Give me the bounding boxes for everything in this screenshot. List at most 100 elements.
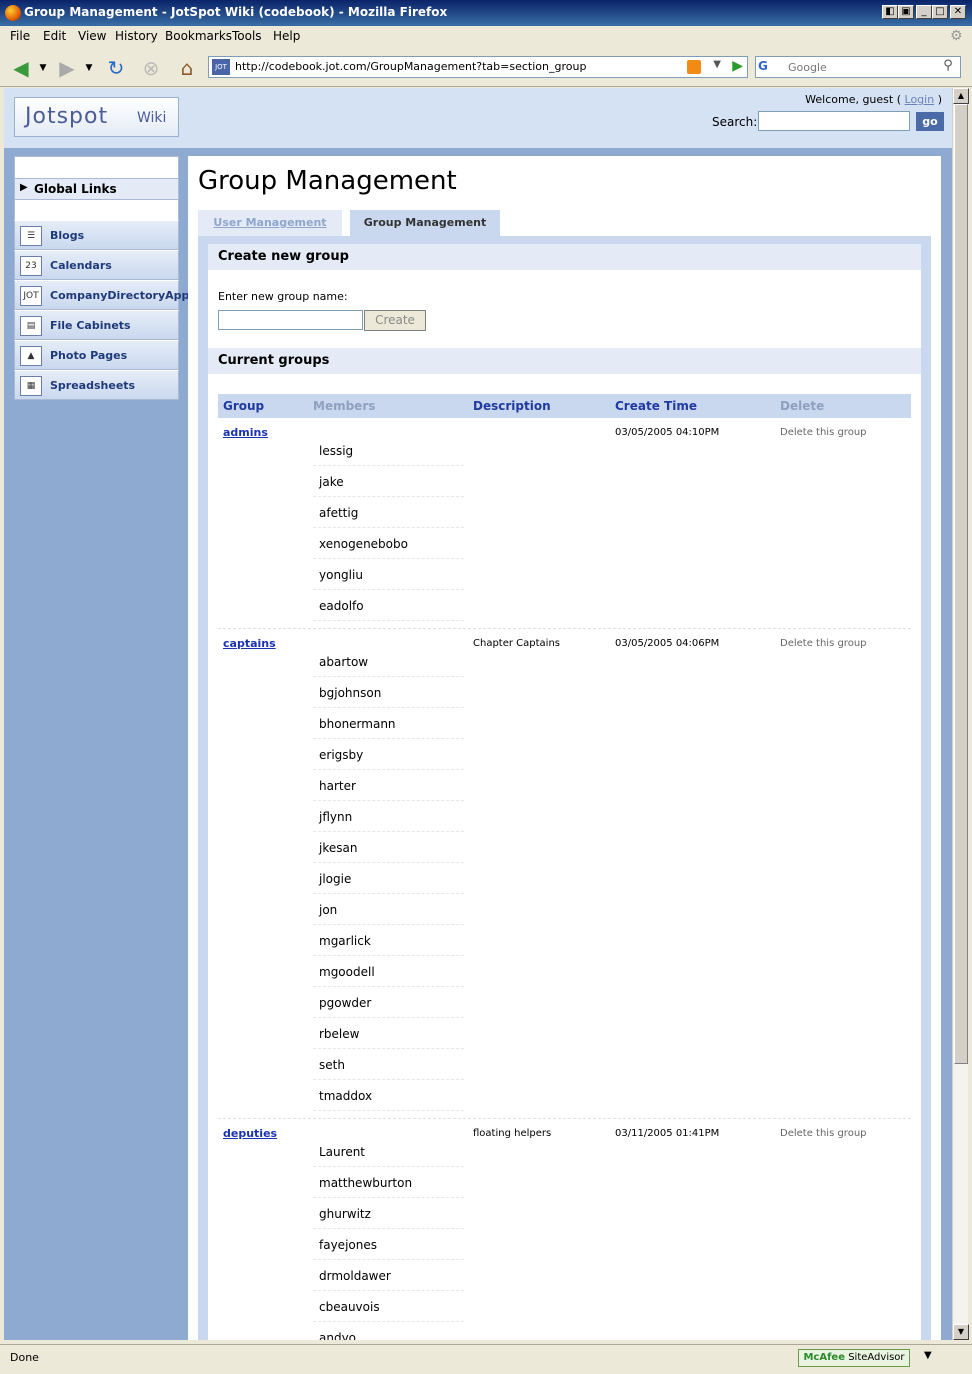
sidebar-item-label: Calendars bbox=[50, 259, 112, 272]
close-button[interactable]: ✕ bbox=[950, 5, 966, 19]
column-header-create-time[interactable]: Create Time bbox=[615, 399, 697, 413]
sidebar-item-photo-pages[interactable]: ▲ Photo Pages bbox=[14, 340, 179, 370]
siteadvisor-dropdown-icon[interactable]: ▼ bbox=[924, 1350, 932, 1361]
forward-dropdown-icon[interactable]: ▼ bbox=[82, 55, 96, 81]
list-item: rbelew bbox=[313, 1018, 464, 1049]
calendar-icon: 23 bbox=[20, 256, 42, 276]
sidebar-item-companydirectoryapp[interactable]: JOT CompanyDirectoryApp bbox=[14, 280, 189, 310]
menu-tools[interactable]: Tools bbox=[232, 29, 262, 43]
back-dropdown-icon[interactable]: ▼ bbox=[36, 55, 50, 81]
new-group-name-input[interactable] bbox=[218, 310, 363, 330]
stop-icon[interactable]: ⊗ bbox=[138, 55, 164, 81]
browser-search-placeholder[interactable]: Google bbox=[788, 61, 827, 74]
rss-feed-icon[interactable] bbox=[687, 60, 701, 74]
group-name-link[interactable]: admins bbox=[223, 426, 268, 439]
global-links-toggle[interactable]: ▶ Global Links bbox=[14, 178, 179, 200]
list-item: bhonermann bbox=[313, 708, 464, 739]
list-item: erigsby bbox=[313, 739, 464, 770]
group-name-link[interactable]: captains bbox=[223, 637, 276, 650]
menu-bookmarks[interactable]: Bookmarks bbox=[165, 29, 232, 43]
url-text[interactable]: http://codebook.jot.com/GroupManagement?… bbox=[235, 60, 586, 73]
group-create-time: 03/05/2005 04:06PM bbox=[615, 638, 720, 649]
home-icon[interactable]: ⌂ bbox=[174, 55, 200, 81]
search-label: Search: bbox=[712, 115, 758, 129]
scroll-down-icon[interactable]: ▼ bbox=[953, 1324, 969, 1340]
forward-icon[interactable]: ▶ bbox=[54, 55, 80, 81]
list-item: jflynn bbox=[313, 801, 464, 832]
group-description: Chapter Captains bbox=[473, 638, 560, 649]
delete-group-link[interactable]: Delete this group bbox=[780, 1128, 867, 1139]
list-item: cbeauvois bbox=[313, 1291, 464, 1322]
list-item: lessig bbox=[313, 435, 464, 466]
sidebar-item-blogs[interactable]: ☰ Blogs bbox=[14, 220, 179, 250]
sidebar-item-file-cabinets[interactable]: ▤ File Cabinets bbox=[14, 310, 179, 340]
member-list: lessig jake afettig xenogenebobo yongliu eado… bbox=[313, 435, 464, 621]
group-description: floating helpers bbox=[473, 1128, 552, 1139]
menu-view[interactable]: View bbox=[78, 29, 106, 43]
list-item: xenogenebobo bbox=[313, 528, 464, 559]
file-cabinet-icon: ▤ bbox=[20, 316, 42, 336]
jotspot-logo[interactable]: Jotspot Wiki bbox=[14, 97, 179, 137]
spreadsheet-icon: ▦ bbox=[20, 376, 42, 396]
back-icon[interactable]: ◀ bbox=[8, 55, 34, 81]
list-item: afettig bbox=[313, 497, 464, 528]
search-input[interactable] bbox=[758, 111, 910, 131]
main-content: Group Management User Management Group M… bbox=[188, 156, 941, 1340]
sidebar-item-label: CompanyDirectoryApp bbox=[50, 289, 190, 302]
tab-group-management[interactable]: Group Management bbox=[350, 210, 500, 236]
list-item: fayejones bbox=[313, 1229, 464, 1260]
menu-history[interactable]: History bbox=[115, 29, 158, 43]
welcome-message: Welcome, guest ( Login ) bbox=[805, 93, 942, 106]
scroll-up-icon[interactable]: ▲ bbox=[953, 88, 969, 104]
window-title-bar: Group Management - JotSpot Wiki (codeboo… bbox=[0, 0, 972, 26]
google-engine-icon[interactable]: G bbox=[758, 59, 784, 75]
list-item: tmaddox bbox=[313, 1080, 464, 1111]
create-button[interactable]: Create bbox=[364, 310, 426, 331]
sidebar-item-label: Spreadsheets bbox=[50, 379, 136, 392]
menu-edit[interactable]: Edit bbox=[43, 29, 66, 43]
list-item: abartow bbox=[313, 646, 464, 677]
navigation-toolbar: ◀ ▼ ▶ ▼ ↻ ⊗ ⌂ JOT http://codebook.jot.co… bbox=[0, 47, 972, 87]
restore-small-icon[interactable]: ▣ bbox=[898, 5, 914, 19]
menu-file[interactable]: File bbox=[10, 29, 30, 43]
tab-user-management[interactable]: User Management bbox=[198, 210, 342, 236]
list-item: harter bbox=[313, 770, 464, 801]
vertical-scrollbar[interactable]: ▲ ▼ bbox=[952, 88, 969, 1340]
table-header-row: Group Members Description Create Time De… bbox=[218, 394, 911, 418]
login-link[interactable]: Login bbox=[905, 93, 935, 106]
list-item: andyo bbox=[313, 1322, 464, 1340]
menu-bar: File Edit View History Bookmarks Tools H… bbox=[0, 26, 972, 46]
url-bar[interactable]: JOT http://codebook.jot.com/GroupManagem… bbox=[208, 56, 748, 78]
reload-icon[interactable]: ↻ bbox=[103, 55, 129, 81]
sidebar-item-label: Blogs bbox=[50, 229, 85, 242]
scrollbar-thumb[interactable] bbox=[954, 104, 968, 1064]
url-dropdown-icon[interactable]: ▼ bbox=[713, 59, 721, 70]
list-item: drmoldawer bbox=[313, 1260, 464, 1291]
sidebar-item-calendars[interactable]: 23 Calendars bbox=[14, 250, 179, 280]
column-header-description[interactable]: Description bbox=[473, 399, 551, 413]
delete-group-link[interactable]: Delete this group bbox=[780, 638, 867, 649]
minimize-button[interactable]: _ bbox=[916, 5, 932, 19]
table-row: deputies floating helpers 03/11/2005 01:41… bbox=[218, 1119, 911, 1340]
column-header-group[interactable]: Group bbox=[223, 399, 264, 413]
siteadvisor-badge[interactable]: McAfee SiteAdvisor bbox=[798, 1349, 910, 1367]
photo-icon: ▲ bbox=[20, 346, 42, 366]
pin-icon[interactable]: ◧ bbox=[882, 5, 898, 19]
site-favicon-icon: JOT bbox=[212, 59, 230, 75]
sidebar-item-spreadsheets[interactable]: ▦ Spreadsheets bbox=[14, 370, 179, 400]
window-title: Group Management - JotSpot Wiki (codeboo… bbox=[24, 5, 448, 19]
list-item: jlogie bbox=[313, 863, 464, 894]
list-item: matthewburton bbox=[313, 1167, 464, 1198]
group-create-time: 03/11/2005 01:41PM bbox=[615, 1128, 720, 1139]
list-item: mgoodell bbox=[313, 956, 464, 987]
create-group-header: Create new group bbox=[208, 244, 921, 270]
browser-search-box[interactable]: G Google ⚲ bbox=[755, 56, 961, 78]
maximize-button[interactable]: □ bbox=[932, 5, 948, 19]
group-name-link[interactable]: deputies bbox=[223, 1127, 277, 1140]
current-groups-header: Current groups bbox=[208, 348, 921, 374]
go-arrow-icon[interactable]: ▶ bbox=[732, 58, 743, 74]
search-go-button[interactable]: go bbox=[916, 112, 944, 131]
magnifier-icon[interactable]: ⚲ bbox=[938, 58, 958, 76]
delete-group-link[interactable]: Delete this group bbox=[780, 427, 867, 438]
menu-help[interactable]: Help bbox=[273, 29, 300, 43]
